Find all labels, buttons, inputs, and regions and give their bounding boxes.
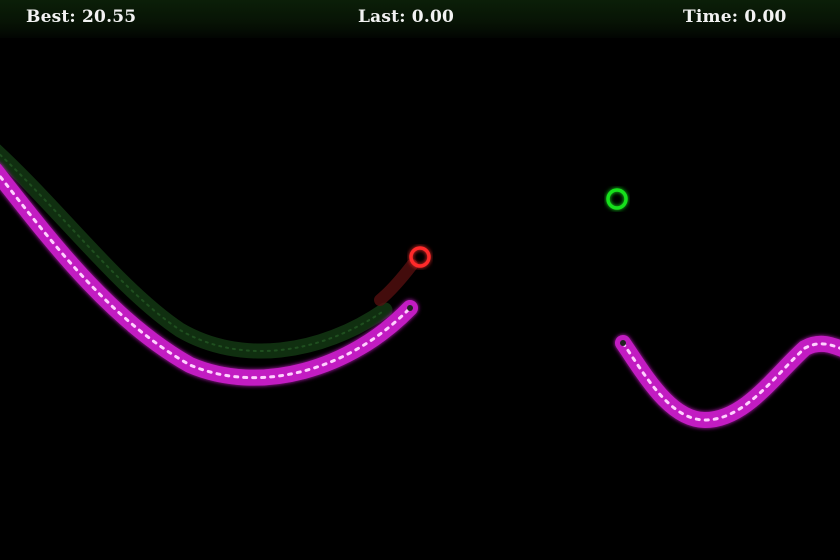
game-stage[interactable]: Best: 20.55 Last: 0.00 Time: 0.00	[0, 0, 840, 560]
cursor-trail	[374, 259, 418, 306]
red-ring-icon[interactable]	[409, 246, 431, 268]
player-head-right	[620, 340, 626, 346]
player-head-left	[407, 305, 413, 311]
green-ring-icon[interactable]	[606, 188, 628, 210]
player-snake-right	[615, 335, 840, 429]
playfield[interactable]	[0, 0, 840, 560]
